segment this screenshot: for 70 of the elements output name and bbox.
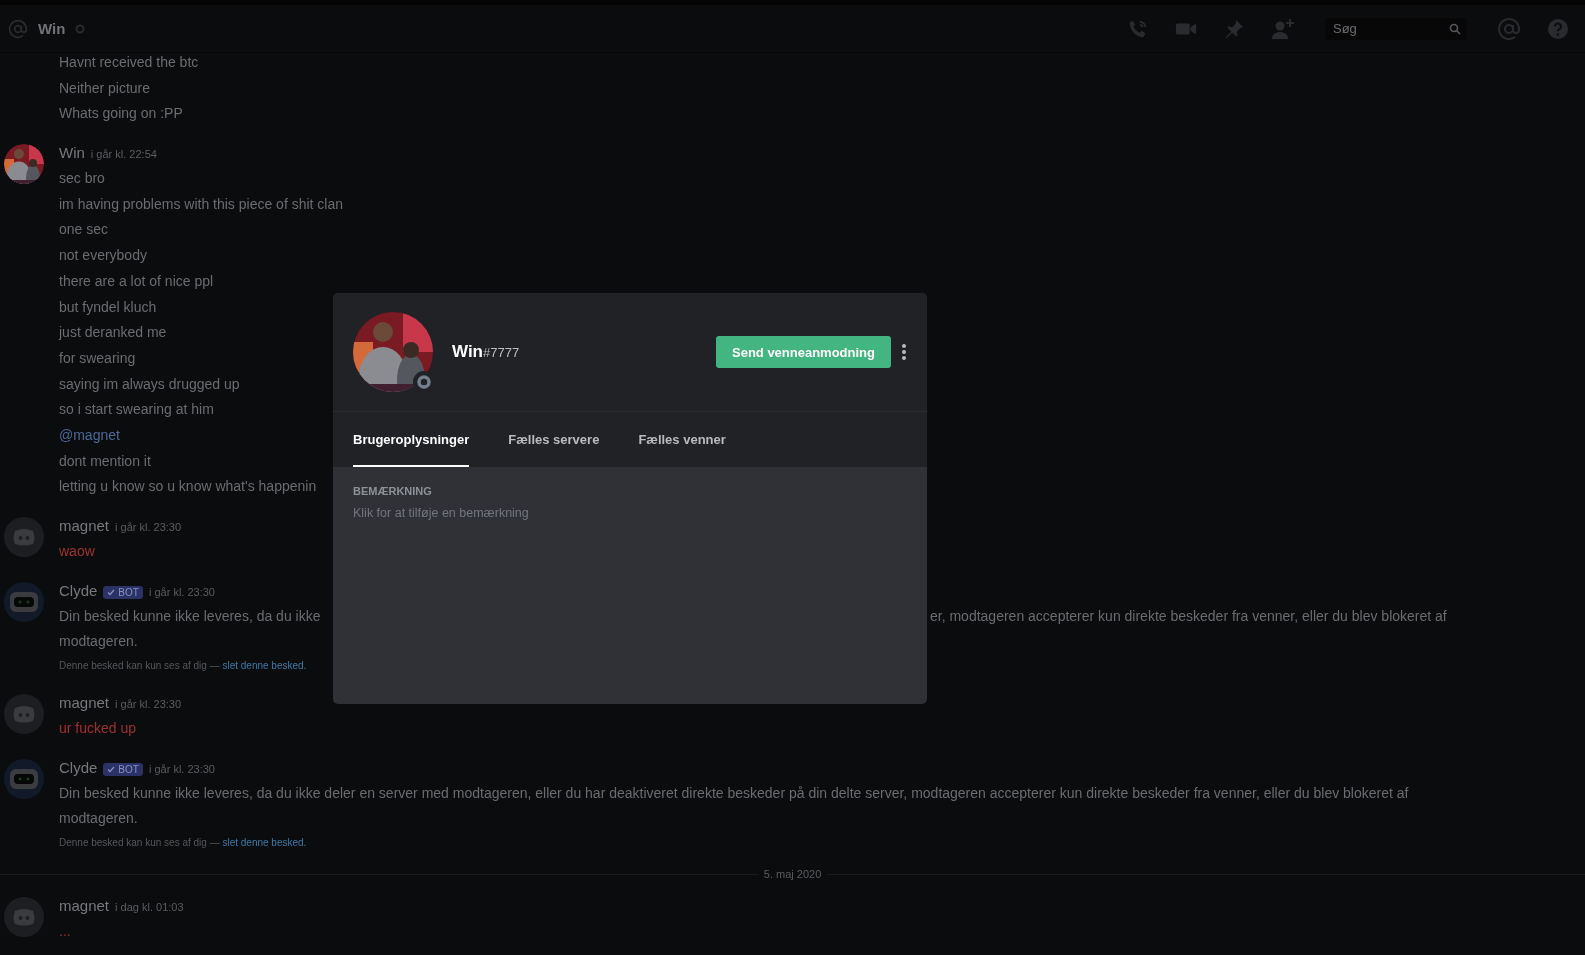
message-text: waow xyxy=(59,542,95,561)
message-text: letting u know so u know what's happenin xyxy=(59,477,317,497)
message-text: modtageren. xyxy=(59,809,138,829)
author-name[interactable]: magnet xyxy=(59,517,110,534)
mention-icon[interactable] xyxy=(1497,16,1521,41)
ephemeral-note: Denne besked kan kun ses af dig — slet denne besked. xyxy=(59,836,308,851)
at-icon xyxy=(8,18,28,39)
timestamp: i går kl. 23:30 xyxy=(148,762,215,775)
help-icon[interactable] xyxy=(1547,17,1569,40)
message-text: Havnt received the btc xyxy=(59,53,199,72)
profile-tab[interactable]: Brugeroplysninger xyxy=(353,412,470,467)
message-text: just deranked me xyxy=(59,323,167,343)
more-icon[interactable] xyxy=(901,343,907,361)
author-name[interactable]: magnet xyxy=(59,694,110,712)
search-icon xyxy=(1449,22,1461,35)
timestamp: i går kl. 23:30 xyxy=(115,698,182,711)
message-text: modtageren. xyxy=(59,632,138,652)
author-name[interactable]: Clyde xyxy=(59,758,98,776)
status-icon xyxy=(417,375,431,389)
message-text: saying im always drugged up xyxy=(59,374,240,394)
bot-tag: BOT xyxy=(103,586,143,600)
controller-face-icon xyxy=(12,908,36,927)
search-input[interactable]: Søg xyxy=(1331,20,1449,37)
channel-name: Win xyxy=(38,20,66,37)
message-text: ... xyxy=(59,922,71,942)
discriminator: #7777 xyxy=(483,345,520,360)
message-text: Whats going on :PP xyxy=(59,104,183,124)
controller-face-icon xyxy=(12,528,36,546)
message-text: but fyndel kluch xyxy=(59,297,157,317)
robot-icon xyxy=(9,767,39,790)
pin-icon[interactable] xyxy=(1223,17,1245,40)
controller-face-icon xyxy=(12,705,36,724)
profile-tab[interactable]: Fælles servere xyxy=(508,412,600,467)
timestamp: i går kl. 23:30 xyxy=(148,585,215,598)
delete-link[interactable]: slet denne besked. xyxy=(222,660,307,672)
message-text: one sec xyxy=(59,220,109,240)
message-text: ur fucked up xyxy=(59,719,137,739)
message-text: for swearing xyxy=(59,348,136,368)
date-divider: 5. maj 2020 xyxy=(763,868,822,881)
message-text: Din besked kunne ikke leveres, da du ikke deler en server med modtageren, eller du har deaktiveret direkte beskeder på din delte server, modtageren accepterer kun direkte beskeder fra venner, eller du blev blokeret af xyxy=(59,783,1409,803)
ephemeral-note: Denne besked kan kun ses af dig — slet denne besked. xyxy=(59,659,308,674)
author-name[interactable]: Win xyxy=(59,144,85,162)
message-text: there are a lot of nice ppl xyxy=(59,271,214,291)
profile-tab[interactable]: Fælles venner xyxy=(638,412,726,467)
delete-link[interactable]: slet denne besked. xyxy=(222,837,307,849)
robot-icon xyxy=(9,590,39,613)
timestamp: i går kl. 23:30 xyxy=(115,521,182,533)
message-text: so i start swearing at him xyxy=(59,400,214,420)
message-text: im having problems with this piece of shit clan xyxy=(59,194,344,214)
check-icon xyxy=(107,766,116,774)
bot-tag: BOT xyxy=(103,763,143,777)
search-field[interactable]: Søg xyxy=(1325,17,1467,40)
timestamp: i dag kl. 01:03 xyxy=(115,901,184,914)
note-field[interactable]: Klik for at tilføje en bemærkning xyxy=(353,506,907,520)
username: Win xyxy=(452,342,483,362)
note-label: BEMÆRKNING xyxy=(353,485,433,497)
author-name[interactable]: magnet xyxy=(59,897,110,915)
message-text: er, modtageren accepterer kun direkte beskeder fra venner, eller du blev blokeret af xyxy=(930,606,1447,626)
message-text: Din besked kunne ikke leveres, da du ikke xyxy=(59,607,321,624)
status-icon xyxy=(75,23,86,34)
mention-link[interactable]: @magnet xyxy=(59,422,120,449)
friend-request-button[interactable]: Send venneanmodning xyxy=(716,336,891,368)
message-text: sec bro xyxy=(59,169,105,189)
check-icon xyxy=(107,589,116,597)
avatar[interactable] xyxy=(4,144,44,185)
add-friend-icon[interactable] xyxy=(1271,17,1295,40)
message-text: Neither picture xyxy=(59,78,151,98)
message-text: not everybody xyxy=(59,246,147,266)
message-text: dont mention it xyxy=(59,451,151,471)
author-name[interactable]: Clyde xyxy=(59,581,98,599)
